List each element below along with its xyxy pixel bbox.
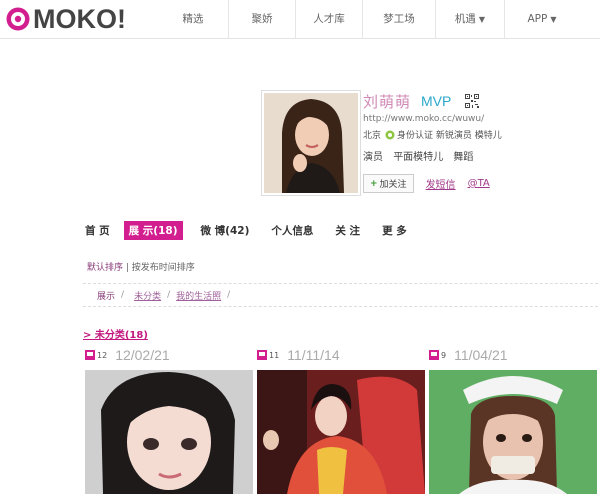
- tag[interactable]: 平面模特儿: [393, 152, 443, 163]
- nav-label: APP: [527, 13, 548, 25]
- tab-personal-info[interactable]: 个人信息: [271, 223, 313, 238]
- album-photo-count: 9: [441, 350, 447, 360]
- nav-item-menggongchang[interactable]: 梦工场: [362, 0, 435, 38]
- chevron-down-icon: ▼: [478, 15, 486, 24]
- logo-text: MOKO!: [33, 4, 126, 34]
- album-photo: [257, 370, 425, 494]
- tab-home[interactable]: 首 页: [85, 223, 110, 238]
- tab-following[interactable]: 关 注: [335, 223, 360, 238]
- top-bar: MOKO! 精选 聚娇 人才库 梦工场 机遇 ▼ APP ▼: [0, 0, 600, 39]
- chevron-down-icon: ▼: [550, 15, 557, 24]
- send-message-link[interactable]: 发短信: [426, 176, 456, 191]
- album-thumbnail[interactable]: [257, 370, 425, 494]
- tag[interactable]: 演员: [363, 152, 383, 163]
- album-card[interactable]: 9 11/04/21: [429, 346, 597, 494]
- main-nav: 精选 聚娇 人才库 梦工场 机遇 ▼ APP ▼: [158, 0, 579, 38]
- tag[interactable]: 舞蹈: [453, 152, 473, 163]
- album-photo-count: 11: [269, 350, 280, 360]
- profile-name: 刘萌萌: [363, 92, 412, 111]
- sort-options: 默认排序 | 按发布时间排序: [87, 260, 195, 273]
- tab-showcase[interactable]: 展 示(18): [123, 221, 183, 240]
- breadcrumb-separator: /: [121, 290, 125, 300]
- album-photo-count: 12: [97, 350, 108, 360]
- nav-item-app[interactable]: APP ▼: [504, 0, 579, 38]
- mvp-badge: MVP: [421, 93, 452, 109]
- breadcrumb-item-uncategorized[interactable]: 未分类: [134, 289, 161, 302]
- album-photo: [85, 370, 253, 494]
- follow-button[interactable]: + 加关注: [363, 174, 414, 193]
- tab-weibo[interactable]: 微 博(42): [201, 223, 250, 238]
- breadcrumb-item-life-photos[interactable]: 我的生活照: [176, 289, 221, 302]
- profile-location: 北京: [363, 131, 382, 141]
- nav-label: 精选: [182, 13, 204, 25]
- album-photo: [429, 370, 597, 494]
- album-date: 11/04/21: [454, 347, 508, 363]
- qr-code-icon[interactable]: [465, 94, 480, 108]
- profile-info: 刘萌萌 MVP http://www.moko.cc/wuwu/ 北京 身份认证…: [363, 90, 600, 193]
- album-card[interactable]: 12 12/02/21: [85, 346, 253, 494]
- verified-icon: [385, 130, 395, 139]
- album-icon: [257, 350, 267, 360]
- nav-item-jingxuan[interactable]: 精选: [158, 0, 228, 38]
- moko-logo-icon: [6, 7, 30, 31]
- verified-text: 身份认证 新锐演员 模特儿: [397, 131, 502, 141]
- sort-default-link[interactable]: 默认排序: [87, 263, 123, 273]
- avatar[interactable]: [261, 90, 361, 196]
- plus-icon: +: [370, 178, 378, 189]
- nav-item-rencaiku[interactable]: 人才库: [295, 0, 362, 38]
- follow-label: 加关注: [379, 180, 407, 190]
- profile-url[interactable]: http://www.moko.cc/wuwu/: [363, 114, 600, 124]
- nav-label: 梦工场: [383, 13, 415, 25]
- sort-separator: |: [123, 263, 132, 273]
- album-card[interactable]: 11 11/11/14: [257, 346, 425, 494]
- nav-item-jujiao[interactable]: 聚娇: [228, 0, 295, 38]
- breadcrumb: 展示 / 未分类 / 我的生活照 /: [83, 283, 598, 307]
- breadcrumb-item-showcase[interactable]: 展示: [97, 289, 115, 302]
- sort-by-time-link[interactable]: 按发布时间排序: [132, 263, 195, 273]
- tab-more[interactable]: 更 多: [382, 223, 407, 238]
- profile-tags: 演员 平面模特儿 舞蹈: [363, 148, 600, 163]
- nav-label: 聚娇: [251, 13, 273, 25]
- avatar-photo: [264, 93, 358, 193]
- album-date: 12/02/21: [115, 347, 170, 363]
- breadcrumb-separator: /: [167, 290, 171, 300]
- album-date: 11/11/14: [287, 347, 340, 363]
- profile-tabs: 首 页 展 示(18) 微 博(42) 个人信息 关 注 更 多: [85, 221, 429, 240]
- album-icon: [429, 350, 439, 360]
- breadcrumb-separator: /: [227, 290, 231, 300]
- nav-item-jiyu[interactable]: 机遇 ▼: [435, 0, 504, 38]
- album-icon: [85, 350, 95, 360]
- nav-label: 机遇: [454, 13, 476, 25]
- at-mention-link[interactable]: @TA: [468, 178, 490, 189]
- album-thumbnail[interactable]: [429, 370, 597, 494]
- album-thumbnail[interactable]: [85, 370, 253, 494]
- nav-label: 人才库: [313, 13, 345, 25]
- category-heading[interactable]: > 未分类(18): [83, 326, 148, 341]
- logo[interactable]: MOKO!: [5, 4, 126, 34]
